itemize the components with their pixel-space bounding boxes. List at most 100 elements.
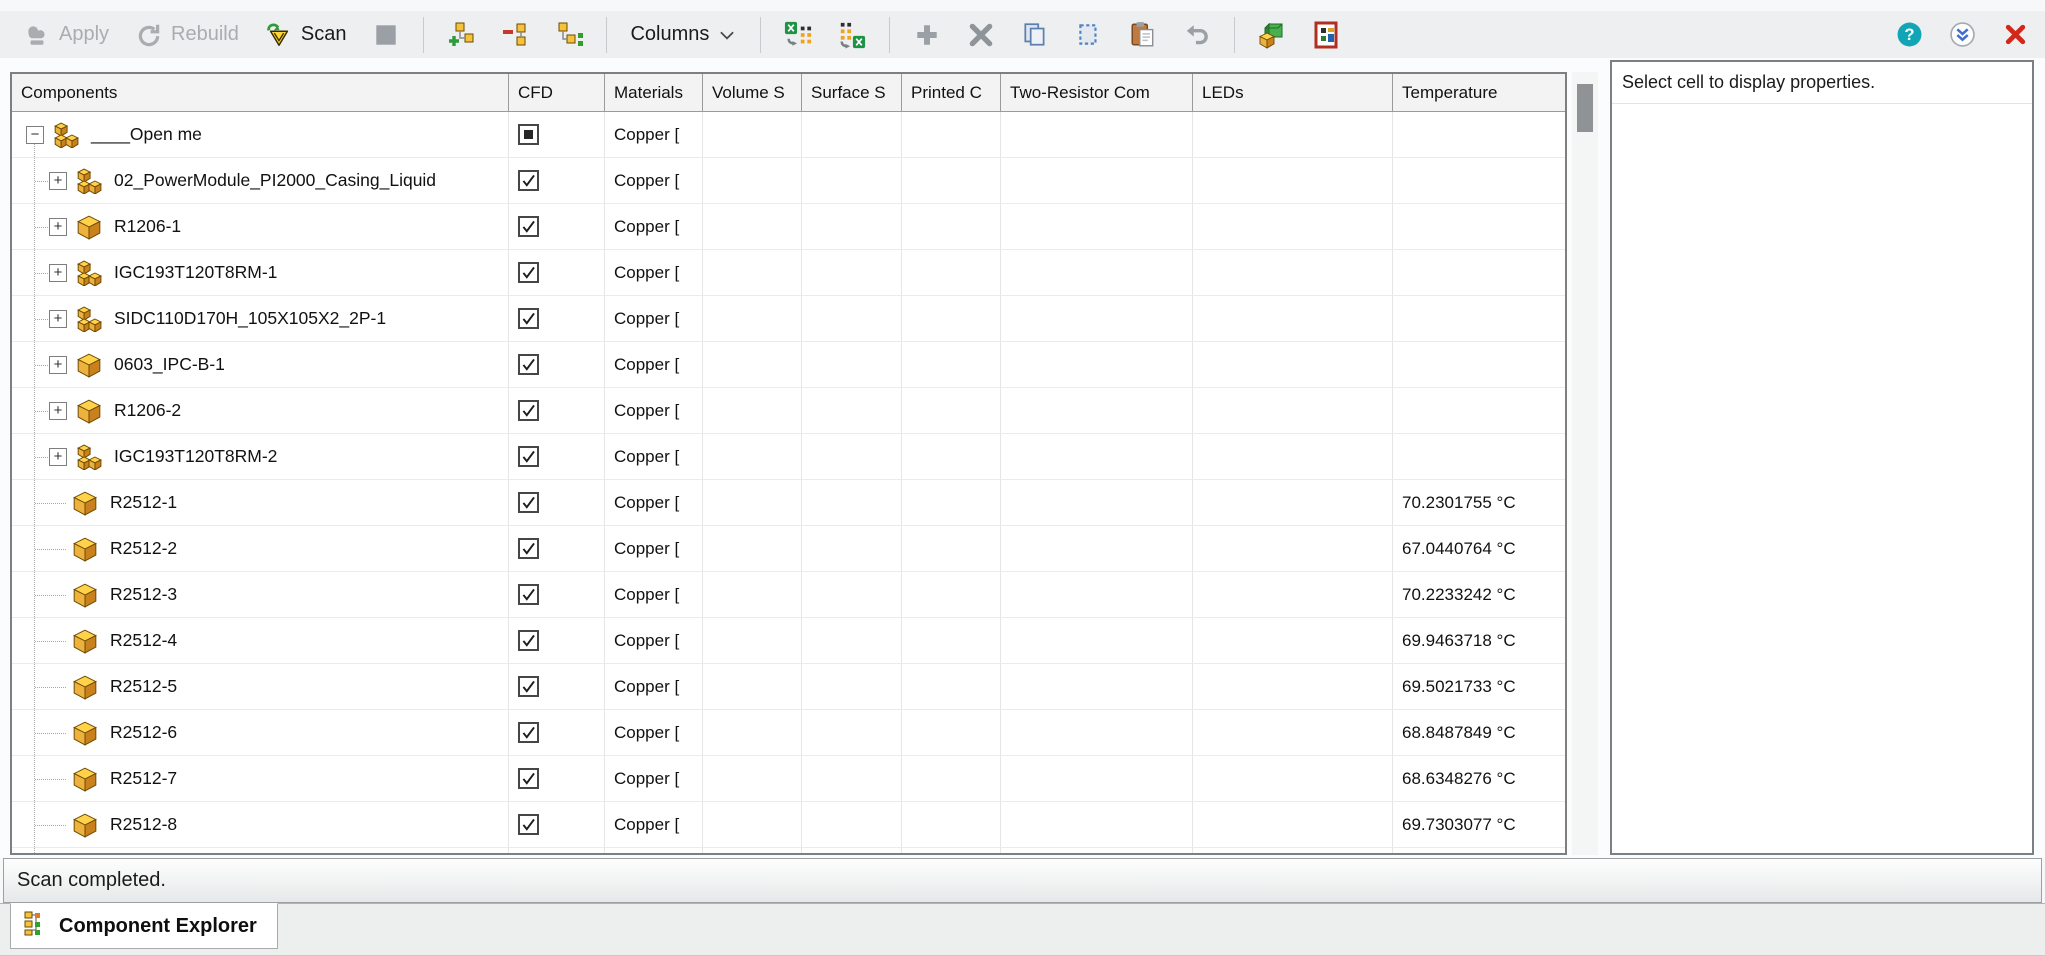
- component-cell[interactable]: − ____Open me: [12, 112, 509, 157]
- column-header-printed_circuits[interactable]: Printed C: [902, 74, 1001, 112]
- table-row[interactable]: + 02_PowerModule_PI2000_Casing_Liquid Co…: [12, 158, 1565, 204]
- temperature-cell[interactable]: [1393, 848, 1565, 853]
- scrollbar-thumb[interactable]: [1577, 84, 1593, 132]
- printed-circuit-cell[interactable]: [902, 112, 1001, 157]
- temperature-cell[interactable]: 68.8487849 °C: [1393, 710, 1565, 755]
- cfd-cell[interactable]: [509, 710, 605, 755]
- material-cell[interactable]: Copper [: [605, 388, 703, 433]
- volume-sources-cell[interactable]: [703, 480, 802, 525]
- cfd-checkbox[interactable]: [518, 446, 539, 467]
- material-cell[interactable]: Copper [: [605, 710, 703, 755]
- table-row[interactable]: + R1206-1 Copper [: [12, 204, 1565, 250]
- two-resistor-cell[interactable]: [1001, 526, 1193, 571]
- surface-sources-cell[interactable]: [802, 388, 902, 433]
- leds-cell[interactable]: [1193, 158, 1393, 203]
- temperature-cell[interactable]: [1393, 296, 1565, 341]
- two-resistor-cell[interactable]: [1001, 618, 1193, 663]
- cfd-cell[interactable]: [509, 756, 605, 801]
- volume-sources-cell[interactable]: [703, 618, 802, 663]
- temperature-cell[interactable]: [1393, 434, 1565, 479]
- temperature-cell[interactable]: 70.2233242 °C: [1393, 572, 1565, 617]
- column-header-surface_sources[interactable]: Surface S: [802, 74, 902, 112]
- component-cell[interactable]: R2512-2: [12, 526, 509, 571]
- two-resistor-cell[interactable]: [1001, 756, 1193, 801]
- printed-circuit-cell[interactable]: [902, 250, 1001, 295]
- surface-sources-cell[interactable]: [802, 618, 902, 663]
- component-cell[interactable]: R2512-5: [12, 664, 509, 709]
- leds-cell[interactable]: [1193, 434, 1393, 479]
- add-tree-item-button[interactable]: [438, 17, 484, 53]
- material-cell[interactable]: Copper [: [605, 342, 703, 387]
- volume-sources-cell[interactable]: [703, 710, 802, 755]
- material-cell[interactable]: Copper [: [605, 618, 703, 663]
- component-cell[interactable]: + IGC193T120T8RM-2: [12, 434, 509, 479]
- printed-circuit-cell[interactable]: [902, 388, 1001, 433]
- cfd-cell[interactable]: [509, 204, 605, 249]
- volume-sources-cell[interactable]: [703, 158, 802, 203]
- leds-cell[interactable]: [1193, 710, 1393, 755]
- component-cell[interactable]: + R1206-1: [12, 204, 509, 249]
- cfd-checkbox[interactable]: [518, 124, 539, 145]
- surface-sources-cell[interactable]: [802, 434, 902, 479]
- leds-cell[interactable]: [1193, 204, 1393, 249]
- two-resistor-cell[interactable]: [1001, 204, 1193, 249]
- temperature-cell[interactable]: [1393, 158, 1565, 203]
- cfd-cell[interactable]: [509, 342, 605, 387]
- component-cell[interactable]: + SIDC110D170H_105X105X2_2P-1: [12, 296, 509, 341]
- volume-sources-cell[interactable]: [703, 204, 802, 249]
- printed-circuit-cell[interactable]: [902, 756, 1001, 801]
- component-cell[interactable]: R2512-7: [12, 756, 509, 801]
- volume-sources-cell[interactable]: [703, 388, 802, 433]
- printed-circuit-cell[interactable]: [902, 158, 1001, 203]
- paste-button[interactable]: [1120, 17, 1166, 53]
- leds-cell[interactable]: [1193, 756, 1393, 801]
- cfd-cell[interactable]: [509, 158, 605, 203]
- surface-sources-cell[interactable]: [802, 848, 902, 853]
- column-header-cfd[interactable]: CFD: [509, 74, 605, 112]
- temperature-cell[interactable]: 70.2301755 °C: [1393, 480, 1565, 525]
- cfd-checkbox[interactable]: [518, 400, 539, 421]
- columns-dropdown[interactable]: Columns: [621, 19, 746, 50]
- expander-toggle[interactable]: +: [49, 310, 67, 328]
- temperature-cell[interactable]: [1393, 250, 1565, 295]
- surface-sources-cell[interactable]: [802, 204, 902, 249]
- two-resistor-cell[interactable]: [1001, 664, 1193, 709]
- temperature-cell[interactable]: 67.0440764 °C: [1393, 526, 1565, 571]
- volume-sources-cell[interactable]: [703, 664, 802, 709]
- temperature-cell[interactable]: 69.5021733 °C: [1393, 664, 1565, 709]
- table-row[interactable]: R2512-5 Copper [ 69.5021733 °C: [12, 664, 1565, 710]
- column-header-temperature[interactable]: Temperature: [1393, 74, 1565, 112]
- volume-sources-cell[interactable]: [703, 250, 802, 295]
- leds-cell[interactable]: [1193, 250, 1393, 295]
- printed-circuit-cell[interactable]: [902, 296, 1001, 341]
- cfd-cell[interactable]: [509, 848, 605, 853]
- cfd-checkbox[interactable]: [518, 814, 539, 835]
- printed-circuit-cell[interactable]: [902, 710, 1001, 755]
- material-cell[interactable]: [605, 848, 703, 853]
- leds-cell[interactable]: [1193, 296, 1393, 341]
- component-cell[interactable]: + R1206-2: [12, 388, 509, 433]
- printed-circuit-cell[interactable]: [902, 802, 1001, 847]
- copy-with-format-button[interactable]: [1066, 17, 1112, 53]
- material-cell[interactable]: Copper [: [605, 296, 703, 341]
- leds-cell[interactable]: [1193, 664, 1393, 709]
- surface-sources-cell[interactable]: [802, 756, 902, 801]
- cfd-checkbox[interactable]: [518, 216, 539, 237]
- table-row[interactable]: R2512-3 Copper [ 70.2233242 °C: [12, 572, 1565, 618]
- expander-toggle[interactable]: +: [49, 218, 67, 236]
- cfd-checkbox[interactable]: [518, 538, 539, 559]
- table-row[interactable]: + 0603_IPC-B-1 Copper [: [12, 342, 1565, 388]
- leds-cell[interactable]: [1193, 572, 1393, 617]
- volume-sources-cell[interactable]: [703, 756, 802, 801]
- leds-cell[interactable]: [1193, 848, 1393, 853]
- component-cell[interactable]: R2512-4: [12, 618, 509, 663]
- material-cell[interactable]: Copper [: [605, 112, 703, 157]
- two-resistor-cell[interactable]: [1001, 250, 1193, 295]
- two-resistor-cell[interactable]: [1001, 802, 1193, 847]
- cfd-cell[interactable]: [509, 802, 605, 847]
- table-row[interactable]: + IGC193T120T8RM-1 Copper [: [12, 250, 1565, 296]
- component-cell[interactable]: + 0603_IPC-B-1: [12, 342, 509, 387]
- table-row[interactable]: [12, 848, 1565, 853]
- show-components-button[interactable]: [1249, 17, 1295, 53]
- table-row[interactable]: R2512-8 Copper [ 69.7303077 °C: [12, 802, 1565, 848]
